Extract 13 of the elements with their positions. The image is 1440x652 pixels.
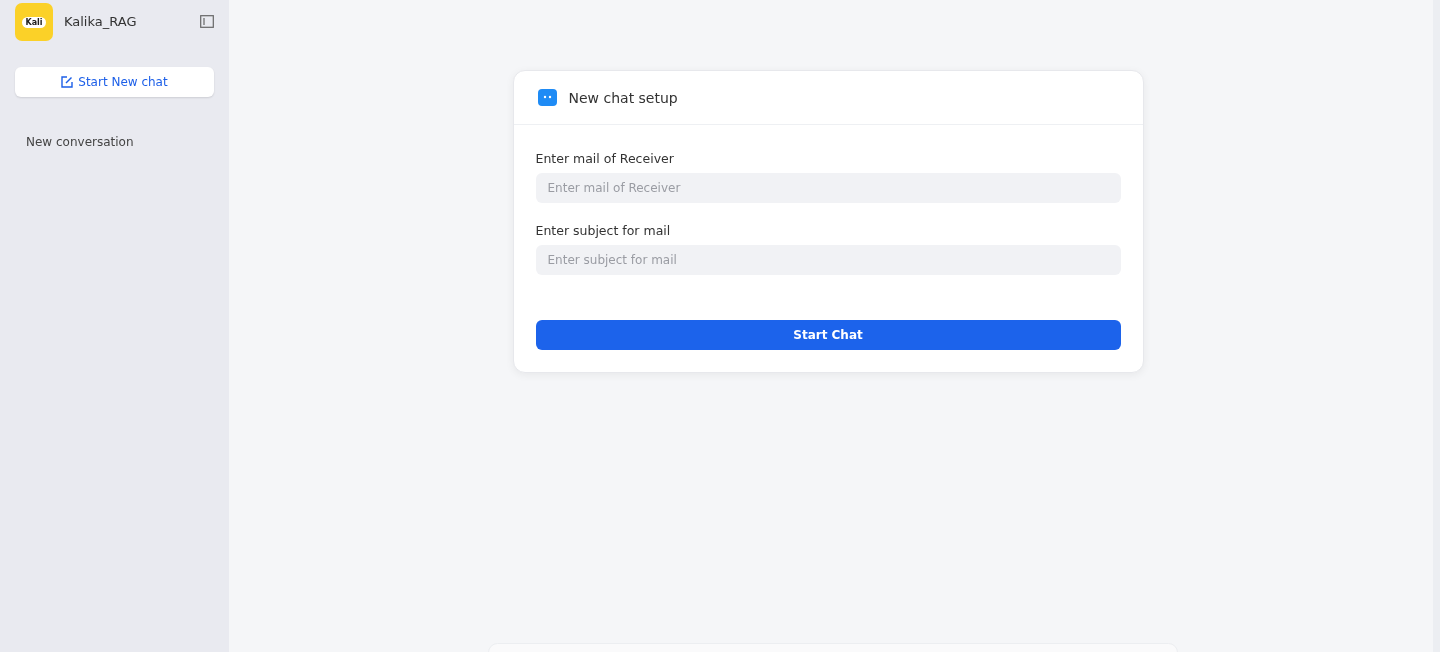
- edit-icon: [61, 76, 74, 88]
- conversation-item[interactable]: New conversation: [26, 135, 214, 149]
- start-chat-button[interactable]: Start Chat: [535, 320, 1121, 350]
- start-new-chat-button[interactable]: Start New chat: [15, 67, 214, 97]
- chat-bubble-icon: [537, 89, 557, 106]
- field-label: Enter subject for mail: [535, 223, 672, 238]
- app-name: Kalika_RAG: [64, 13, 138, 29]
- card-title: New chat setup: [568, 89, 678, 106]
- sidebar-toggle-icon[interactable]: [200, 14, 214, 28]
- input-field[interactable]: Enter subject for mail: [535, 245, 1121, 275]
- input-field[interactable]: Enter mail of Receiver: [535, 173, 1121, 203]
- logo-text: Kali: [22, 16, 46, 28]
- field-label: Enter mail of Receiver: [535, 151, 675, 166]
